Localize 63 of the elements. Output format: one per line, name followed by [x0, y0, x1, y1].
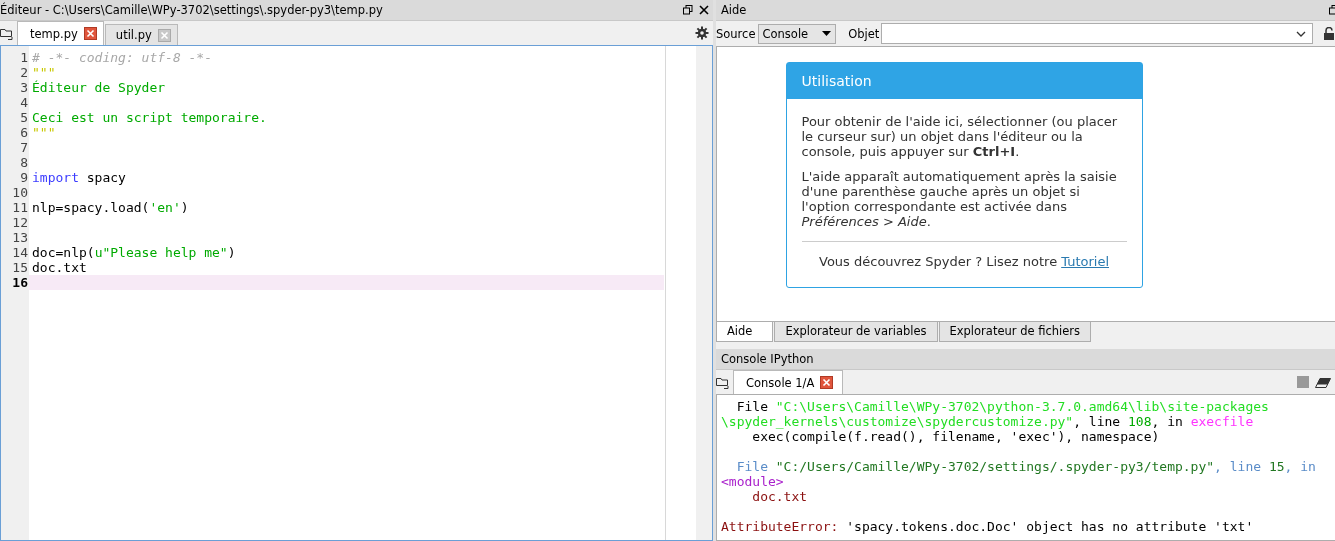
close-icon[interactable]	[699, 5, 709, 15]
object-field[interactable]	[881, 23, 1313, 44]
footer-text: Vous découvrez Spyder ? Lisez notre	[819, 254, 1058, 269]
code-line: doc=nlp(u"Please help me")	[32, 245, 236, 260]
chevron-down-icon	[1296, 30, 1306, 37]
tutorial-link[interactable]: Tutoriel	[1061, 254, 1109, 269]
console-line: <module>	[721, 474, 785, 489]
line-number: 12	[12, 215, 28, 230]
line-number: 15	[12, 260, 28, 275]
undock-icon[interactable]	[1329, 5, 1335, 15]
line-number: 10	[12, 185, 28, 200]
line-number: 3	[20, 80, 28, 95]
line-number: 14	[12, 245, 28, 260]
pane-tab[interactable]: Aide	[716, 322, 774, 342]
code-line: nlp=spacy.load('en')	[32, 200, 189, 215]
console-line: AttributeError: 'spacy.tokens.doc.Doc' object has no attribute 'txt'	[721, 519, 1255, 534]
object-label: Objet	[848, 26, 880, 41]
caret-icon	[822, 31, 832, 36]
line-number: 7	[20, 140, 28, 155]
line-number: 9	[20, 170, 28, 185]
help-paragraph: L'aide apparaît automatiquement après la saisie d'une parenthèse gauche après un objet si l'option correspondante est activée dans Préférences > Aide.	[801, 169, 1118, 229]
folder-icon[interactable]	[0, 28, 14, 40]
line-number: 11	[12, 200, 28, 215]
console-tab[interactable]: Console 1/A	[733, 370, 844, 394]
console-line: exec(compile(f.read(), filename, 'exec'), namespace)	[751, 429, 1161, 444]
pane-tab[interactable]: Explorateur de fichiers	[938, 322, 1091, 342]
console-line: \spyder_kernels\customize\spydercustomize.py", line 108, in execfile	[721, 414, 1255, 429]
line-number: 1	[20, 50, 28, 65]
file-tab[interactable]: temp.py	[17, 21, 104, 45]
console-line: File "C:/Users/Camille/WPy-3702/settings/.spyder-py3/temp.py", line 15, in	[735, 459, 1317, 474]
line-number: 6	[20, 125, 28, 140]
code-line: """	[32, 65, 56, 80]
pane-title: Console IPython	[720, 352, 814, 366]
code-line: import spacy	[32, 170, 126, 185]
source-dropdown[interactable]: Console	[757, 23, 837, 44]
line-number: 5	[20, 110, 28, 125]
undock-icon[interactable]	[683, 5, 693, 15]
pane-tab[interactable]: Explorateur de variables	[774, 322, 938, 342]
line-number: 2	[20, 65, 28, 80]
folder-icon[interactable]	[716, 377, 730, 389]
line-number: 4	[20, 95, 28, 110]
gear-icon[interactable]	[695, 26, 709, 40]
code-line: Ceci est un script temporaire.	[32, 110, 267, 125]
code-line: """	[32, 125, 56, 140]
close-icon[interactable]	[83, 27, 97, 40]
console-line: File "C:\Users\Camille\WPy-3702\python-3.7.0.amd64\lib\site-packages	[735, 399, 1270, 414]
file-tab[interactable]: util.py	[104, 24, 178, 45]
console-line: doc.txt	[751, 489, 809, 504]
line-number: 13	[12, 230, 28, 245]
code-line: doc.txt	[32, 260, 87, 275]
lock-icon[interactable]	[1323, 27, 1335, 40]
line-number: 8	[20, 155, 28, 170]
scrollbar[interactable]	[696, 46, 712, 540]
eraser-icon[interactable]	[1315, 378, 1331, 388]
close-icon[interactable]	[820, 376, 834, 389]
line-number: 16	[12, 275, 28, 290]
code-line: # -*- coding: utf-8 -*-	[32, 50, 212, 65]
pane-title: Éditeur - C:\Users\Camille\WPy-3702\settings\.spyder-py3\temp.py	[0, 3, 383, 17]
help-paragraph: Pour obtenir de l'aide ici, sélectionner (ou placer le curseur sur) un objet dans l'éditeur ou la console, puis appuyer sur Ctrl+I.	[801, 114, 1119, 159]
code-line: Éditeur de Spyder	[32, 80, 166, 95]
pane-title: Aide	[720, 3, 747, 17]
source-label: Source	[716, 26, 756, 41]
card-title: Utilisation	[786, 63, 1142, 99]
